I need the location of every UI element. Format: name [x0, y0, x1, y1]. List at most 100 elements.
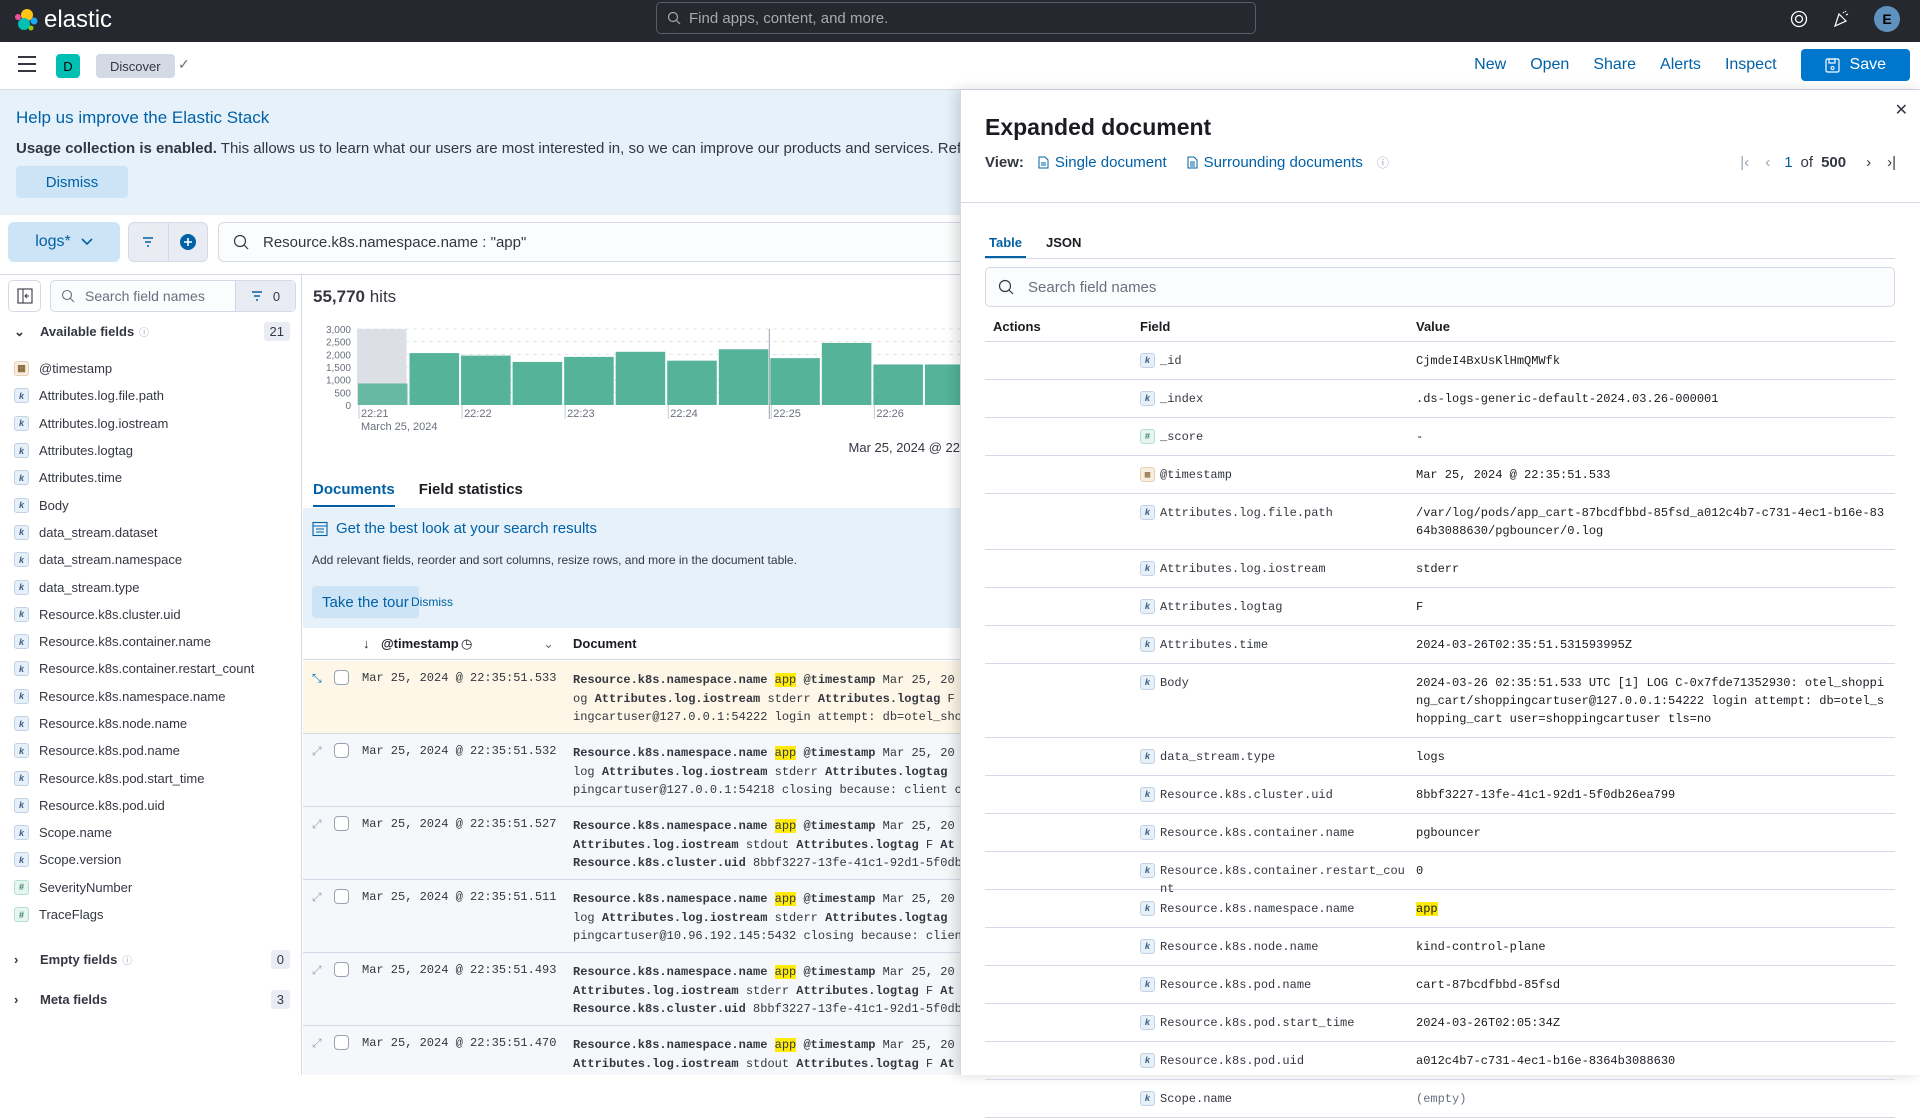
column-actions-chevron-icon[interactable]: ⌄	[543, 636, 554, 652]
field-key: @timestamp	[803, 965, 876, 979]
empty-fields-toggle[interactable]: › Empty fields ⓘ 0	[14, 950, 290, 969]
row-checkbox[interactable]	[334, 816, 349, 831]
table-row[interactable]: ⤢ Mar 25, 2024 @ 22:35:51.532 Resource.k8s…	[303, 734, 960, 807]
field-list-item[interactable]: k data_stream.type	[14, 573, 294, 600]
single-document-link[interactable]: Single document	[1038, 154, 1167, 171]
filter-menu-button[interactable]	[129, 223, 169, 261]
expand-row-icon[interactable]: ⤢	[312, 817, 322, 832]
tab-json[interactable]: JSON	[1042, 235, 1085, 258]
new-button[interactable]: New	[1474, 56, 1506, 74]
data-view-picker[interactable]: logs*	[8, 222, 120, 262]
table-row[interactable]: ⤡ Mar 25, 2024 @ 22:35:51.533 Resource.k8s…	[303, 661, 960, 734]
collapse-row-icon[interactable]: ⤡	[312, 671, 322, 686]
field-list-item[interactable]: k Scope.name	[14, 819, 294, 846]
breadcrumb-discover[interactable]: Discover	[96, 54, 175, 78]
doc-field-value: 2024-03-26T02:05:34Z	[1416, 1012, 1886, 1032]
table-row[interactable]: ⤢ Mar 25, 2024 @ 22:35:51.511 Resource.k8s…	[303, 880, 960, 953]
expand-row-icon[interactable]: ⤢	[312, 890, 322, 905]
help-icon[interactable]: ⓘ	[1377, 154, 1389, 171]
field-list-item[interactable]: k Resource.k8s.container.restart_count	[14, 655, 294, 682]
field-list-item[interactable]: k Resource.k8s.pod.start_time	[14, 764, 294, 791]
collapse-sidebar-button[interactable]	[8, 280, 41, 312]
prev-page-icon[interactable]: ‹	[1765, 154, 1770, 171]
space-avatar[interactable]: D	[56, 54, 80, 78]
doc-field-value-text: 2024-03-26T02:05:34Z	[1416, 1016, 1561, 1030]
flyout-table-header: Actions Field Value	[985, 310, 1895, 342]
field-list-item[interactable]: k Attributes.log.iostream	[14, 410, 294, 437]
field-list-item[interactable]: k Resource.k8s.container.name	[14, 628, 294, 655]
field-list-item[interactable]: k Resource.k8s.namespace.name	[14, 683, 294, 710]
field-list-item[interactable]: k Resource.k8s.node.name	[14, 710, 294, 737]
highlighted-value: app	[774, 892, 797, 906]
field-value: Mar 25, 20	[875, 1038, 955, 1052]
keyword-type-icon: k	[1140, 675, 1155, 690]
close-icon[interactable]: ✕	[1895, 100, 1908, 120]
row-checkbox[interactable]	[334, 670, 349, 685]
field-list-item[interactable]: k Resource.k8s.cluster.uid	[14, 601, 294, 628]
elastic-logo[interactable]: elastic	[14, 6, 112, 34]
sort-desc-icon[interactable]: ↓	[363, 636, 370, 651]
field-list-item[interactable]: # TraceFlags	[14, 901, 294, 928]
row-checkbox[interactable]	[334, 889, 349, 904]
document-column-header[interactable]: Document	[573, 636, 637, 651]
field-search-input[interactable]: Search field names 0	[50, 280, 296, 312]
row-checkbox[interactable]	[334, 1035, 349, 1050]
query-input[interactable]: Resource.k8s.namespace.name : "app"	[218, 222, 978, 262]
tab-table[interactable]: Table	[985, 235, 1026, 258]
dismiss-callout-button[interactable]: Dismiss	[16, 166, 128, 198]
field-list-item[interactable]: k data_stream.dataset	[14, 519, 294, 546]
histogram-chart[interactable]: 3,000 2,5002,000 1,500 1,000500 0 22:21 22:22 2…	[303, 317, 960, 442]
highlighted-value: app	[774, 673, 797, 687]
field-list-item[interactable]: k Attributes.logtag	[14, 437, 294, 464]
tab-documents[interactable]: Documents	[313, 475, 395, 507]
add-filter-button[interactable]	[169, 223, 208, 261]
flyout-field-search-input[interactable]: Search field names	[985, 267, 1895, 307]
keyword-type-icon: k	[14, 797, 29, 813]
field-list-item[interactable]: k Attributes.time	[14, 464, 294, 491]
last-page-icon[interactable]: ›|	[1887, 154, 1896, 171]
first-page-icon[interactable]: |‹	[1740, 154, 1749, 171]
next-page-icon[interactable]: ›	[1866, 154, 1871, 171]
histogram-bar	[358, 383, 408, 405]
flyout-title: Expanded document	[985, 114, 1212, 140]
timestamp-column-header[interactable]: @timestamp	[381, 636, 459, 651]
field-list-item[interactable]: ▦ @timestamp	[14, 355, 294, 382]
field-list-item[interactable]: k Scope.version	[14, 846, 294, 873]
tab-field-statistics[interactable]: Field statistics	[419, 475, 523, 507]
actions-column-header: Actions	[993, 319, 1041, 334]
open-button[interactable]: Open	[1530, 56, 1569, 74]
field-list-item[interactable]: k data_stream.namespace	[14, 546, 294, 573]
alerts-button[interactable]: Alerts	[1660, 56, 1701, 74]
newsfeed-icon[interactable]	[1832, 10, 1850, 28]
expand-row-icon[interactable]: ⤢	[312, 1036, 322, 1051]
field-list-item[interactable]: k Resource.k8s.pod.name	[14, 737, 294, 764]
available-fields-toggle[interactable]: ⌄ Available fields ⓘ 21	[14, 322, 290, 341]
row-checkbox[interactable]	[334, 743, 349, 758]
current-page[interactable]: 1	[1784, 154, 1792, 171]
global-search-input[interactable]: Find apps, content, and more.	[656, 2, 1256, 34]
surrounding-documents-link[interactable]: Surrounding documents	[1187, 154, 1363, 171]
take-tour-button[interactable]: Take the tour	[312, 586, 419, 618]
expand-row-icon[interactable]: ⤢	[312, 744, 322, 759]
doc-field-name: Body	[1160, 676, 1189, 690]
app-bar: D Discover ✓ New Open Share Alerts Inspe…	[0, 42, 1920, 90]
meta-fields-toggle[interactable]: › Meta fields 3	[14, 990, 290, 1009]
field-list-item[interactable]: k Body	[14, 491, 294, 518]
highlighted-value: app	[774, 1038, 797, 1052]
dismiss-tour-button[interactable]: Dismiss	[411, 586, 453, 618]
table-row[interactable]: ⤢ Mar 25, 2024 @ 22:35:51.493 Resource.k8s…	[303, 953, 960, 1026]
table-row[interactable]: ⤢ Mar 25, 2024 @ 22:35:51.470 Resource.k8s…	[303, 1026, 960, 1075]
expand-row-icon[interactable]: ⤢	[312, 963, 322, 978]
field-type-filter-button[interactable]: 0	[235, 281, 295, 311]
share-button[interactable]: Share	[1593, 56, 1636, 74]
table-row[interactable]: ⤢ Mar 25, 2024 @ 22:35:51.527 Resource.k8s…	[303, 807, 960, 880]
field-list-item[interactable]: # SeverityNumber	[14, 874, 294, 901]
save-button[interactable]: Save	[1800, 49, 1910, 81]
row-checkbox[interactable]	[334, 962, 349, 977]
menu-toggle-icon[interactable]	[18, 56, 36, 72]
field-list-item[interactable]: k Attributes.log.file.path	[14, 382, 294, 409]
inspect-button[interactable]: Inspect	[1725, 56, 1777, 74]
user-avatar[interactable]: E	[1874, 6, 1900, 32]
field-list-item[interactable]: k Resource.k8s.pod.uid	[14, 792, 294, 819]
help-icon[interactable]	[1790, 10, 1808, 28]
